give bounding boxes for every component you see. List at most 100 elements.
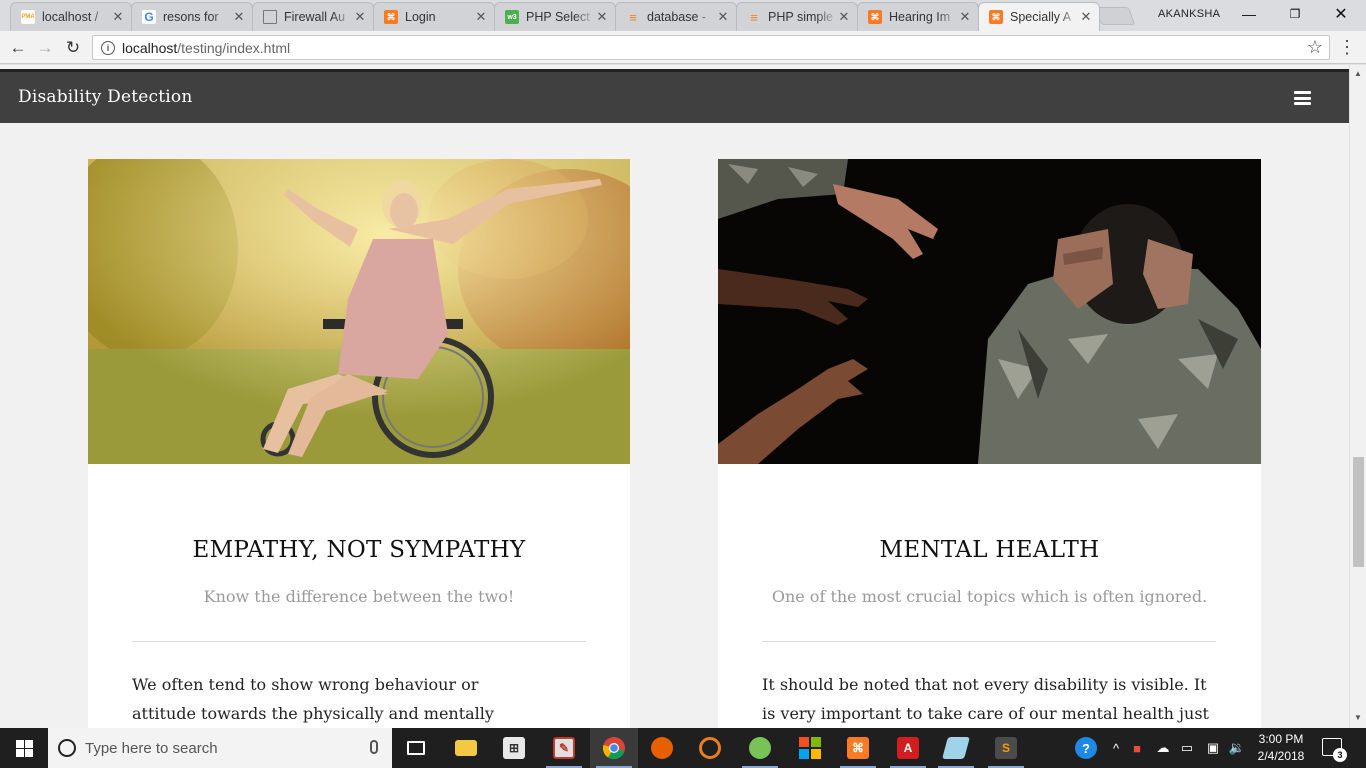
card-title: MENTAL HEALTH: [879, 537, 1100, 563]
close-icon[interactable]: ✕: [837, 9, 851, 25]
file-explorer-icon[interactable]: [442, 728, 490, 768]
address-bar[interactable]: i localhost/testing/index.html ☆: [92, 35, 1330, 60]
onedrive-icon[interactable]: ☁: [1152, 728, 1174, 768]
browser-tab-active[interactable]: ⌘ Specially A ✕: [978, 2, 1100, 31]
soldier-photo: [718, 159, 1261, 464]
store-icon[interactable]: ⊞: [490, 728, 538, 768]
xampp-icon[interactable]: ⌘: [834, 728, 882, 768]
browser-toolbar: ← → ↻ i localhost/testing/index.html ☆ ⋮: [0, 31, 1366, 64]
forward-icon[interactable]: →: [33, 36, 57, 60]
w3schools-favicon-icon: w3: [505, 10, 519, 24]
new-tab-button[interactable]: [1094, 7, 1136, 25]
sublime-text-icon[interactable]: S: [982, 728, 1030, 768]
windows-start-icon[interactable]: [0, 728, 48, 768]
back-icon[interactable]: ←: [6, 36, 30, 60]
xampp-favicon-icon: ⌘: [989, 10, 1003, 24]
browser-tab[interactable]: Firewall Au ✕: [252, 2, 374, 31]
hamburger-menu-icon[interactable]: [1294, 91, 1311, 105]
site-brand[interactable]: Disability Detection: [18, 87, 193, 107]
tab-title: database -: [647, 10, 707, 24]
chrome-icon[interactable]: [590, 728, 638, 768]
close-icon[interactable]: ✕: [1079, 9, 1093, 25]
windows-taskbar: Type here to search ⊞ ✎ ⌘ A S ? ^ ■ ☁ ▭ …: [0, 728, 1366, 768]
tab-title: Firewall Au: [284, 10, 346, 24]
article-card: MENTAL HEALTH One of the most crucial to…: [718, 159, 1261, 728]
acrobat-icon[interactable]: A: [884, 728, 932, 768]
article-card: EMPATHY, NOT SYMPATHY Know the differenc…: [88, 159, 630, 728]
android-studio-icon[interactable]: [736, 728, 784, 768]
app-icon[interactable]: [932, 728, 980, 768]
minimize-icon[interactable]: —: [1226, 0, 1272, 28]
card-body: We often tend to show wrong behaviour or…: [132, 675, 494, 723]
card-title: EMPATHY, NOT SYMPATHY: [192, 537, 526, 563]
tab-title: Hearing Im: [889, 10, 951, 24]
close-icon[interactable]: ✕: [716, 9, 730, 25]
phpmyadmin-favicon-icon: PMA: [21, 10, 35, 24]
browser-tab[interactable]: w3 PHP Select ✕: [494, 2, 616, 31]
chevron-up-icon[interactable]: ^: [1106, 728, 1126, 768]
tab-title: resons for: [163, 10, 219, 24]
profile-name[interactable]: AKANKSHA: [1158, 8, 1220, 20]
taskbar-search-input[interactable]: Type here to search: [48, 728, 392, 768]
reload-icon[interactable]: ↻: [61, 36, 85, 60]
close-icon[interactable]: ✕: [353, 9, 367, 25]
network-icon[interactable]: ▭: [1176, 728, 1198, 768]
browser-tab[interactable]: ≡ PHP simple ✕: [736, 2, 858, 31]
task-view-icon[interactable]: [392, 728, 440, 768]
close-icon[interactable]: ✕: [474, 9, 488, 25]
battery-icon[interactable]: ▣: [1202, 728, 1224, 768]
browser-tab[interactable]: PMA localhost / ✕: [10, 2, 132, 31]
divider: [762, 641, 1216, 642]
google-favicon-icon: G: [142, 10, 156, 24]
card-subtitle: Know the difference between the two!: [203, 587, 515, 606]
app-icon[interactable]: [686, 728, 734, 768]
url-path: /testing/index.html: [177, 39, 291, 56]
close-icon[interactable]: ✕: [111, 9, 125, 25]
close-icon[interactable]: ✕: [958, 9, 972, 25]
scroll-down-icon[interactable]: ▼: [1354, 713, 1362, 722]
browser-tab[interactable]: ⌘ Login ✕: [373, 2, 495, 31]
microphone-icon[interactable]: [370, 740, 378, 754]
firefox-icon[interactable]: [638, 728, 686, 768]
stackoverflow-favicon-icon: ≡: [750, 9, 758, 25]
close-window-icon[interactable]: ✕: [1318, 0, 1364, 28]
close-icon[interactable]: ✕: [595, 9, 609, 25]
tab-title: localhost /: [42, 10, 99, 24]
info-icon[interactable]: i: [101, 40, 115, 55]
wheelchair-woman-photo: [88, 159, 630, 464]
app-icon[interactable]: [786, 728, 834, 768]
close-icon[interactable]: ✕: [232, 9, 246, 25]
page-scrollbar[interactable]: ▲ ▼: [1349, 65, 1366, 728]
system-clock[interactable]: 3:00 PM 2/4/2018: [1250, 731, 1312, 765]
cortana-icon: [58, 739, 76, 757]
document-favicon-icon: [263, 10, 277, 24]
menu-dots-icon[interactable]: ⋮: [1338, 38, 1356, 56]
site-navbar: Disability Detection: [0, 69, 1349, 123]
clock-time: 3:00 PM: [1258, 732, 1304, 746]
scroll-up-icon[interactable]: ▲: [1354, 69, 1362, 78]
scrollbar-thumb[interactable]: [1353, 457, 1364, 567]
xampp-favicon-icon: ⌘: [384, 10, 398, 24]
search-placeholder: Type here to search: [85, 739, 218, 757]
volume-icon[interactable]: 🔉: [1226, 728, 1248, 768]
card-subtitle: One of the most crucial topics which is …: [771, 587, 1208, 606]
stackoverflow-favicon-icon: ≡: [629, 9, 637, 25]
tab-title: Login: [405, 10, 436, 24]
browser-tab[interactable]: G resons for ✕: [131, 2, 253, 31]
tab-strip: PMA localhost / ✕ G resons for ✕ Firewal…: [0, 0, 1366, 31]
clock-date: 2/4/2018: [1257, 749, 1305, 763]
browser-tab[interactable]: ≡ database - ✕: [615, 2, 737, 31]
card-body: It should be noted that not every disabi…: [762, 675, 1209, 723]
browser-tab[interactable]: ⌘ Hearing Im ✕: [857, 2, 979, 31]
bookmark-star-icon[interactable]: ☆: [1307, 37, 1323, 58]
tab-title: PHP simple: [768, 10, 834, 24]
help-icon[interactable]: ?: [1072, 728, 1100, 768]
notification-count-badge: 3: [1333, 748, 1347, 762]
url-host: localhost: [122, 39, 178, 56]
restore-icon[interactable]: ❐: [1272, 0, 1318, 28]
app-icon[interactable]: ✎: [540, 728, 588, 768]
divider: [132, 641, 586, 642]
xampp-favicon-icon: ⌘: [868, 10, 882, 24]
gift-icon[interactable]: ■: [1128, 728, 1146, 768]
page-viewport: Disability Detection EMPATHY, NOT SYMPAT…: [0, 65, 1349, 728]
